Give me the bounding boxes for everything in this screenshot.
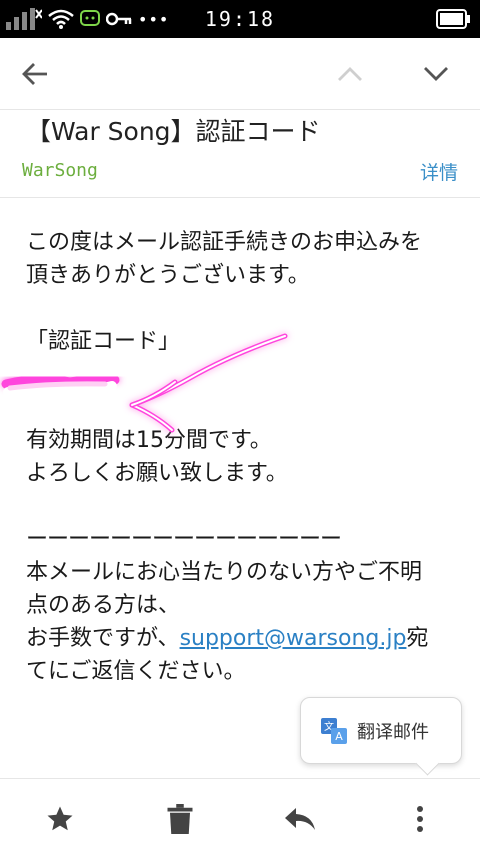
code-heading: 「認証コード」: [26, 329, 181, 354]
body-line: てにご返信ください。: [26, 659, 246, 684]
validity-text: 有効期間は15分間です。: [26, 428, 272, 453]
notice-suffix: 宛: [406, 626, 429, 651]
notice-prefix: お手数ですが、: [26, 626, 180, 651]
body-line: お手数ですが、support@warsong.jp宛: [26, 622, 466, 655]
chevron-down-icon: [424, 67, 448, 81]
header-divider: [0, 197, 480, 198]
svg-text:A: A: [335, 730, 343, 743]
email-toolbar: [0, 38, 480, 110]
regards-text: よろしくお願い致します。: [26, 461, 288, 486]
reply-button[interactable]: [280, 799, 320, 839]
translate-label: 翻译邮件: [357, 721, 429, 743]
body-line: 点のある方は、: [26, 593, 181, 618]
chevron-up-icon: [338, 67, 362, 81]
translate-icon: 文 A: [321, 717, 347, 744]
reply-icon: [285, 808, 315, 830]
delete-button[interactable]: [160, 799, 200, 839]
status-time: 19:18: [204, 7, 276, 31]
sender-name[interactable]: WarSong: [22, 160, 98, 181]
details-link[interactable]: 详情: [420, 158, 458, 185]
body-line: 本メールにお心当たりのない方やご不明: [26, 560, 423, 585]
more-vertical-icon: [417, 806, 423, 832]
translate-email-popup[interactable]: 文 A 翻译邮件: [300, 697, 462, 764]
redacted-code: [26, 358, 146, 391]
email-body: この度はメール認証手続きのお申込みを 頂きありがとうございます。 「認証コード」…: [26, 226, 466, 688]
star-button[interactable]: [40, 799, 80, 839]
back-arrow-icon: [22, 63, 47, 85]
trash-icon: [167, 804, 193, 834]
separator-line: ーーーーーーーーーーーーーーー: [26, 527, 342, 552]
body-line: この度はメール認証手続きのお申込みを: [26, 230, 423, 255]
previous-email-button[interactable]: [332, 56, 368, 92]
email-subject: 【War Song】認証コード: [26, 117, 321, 146]
more-options-button[interactable]: [400, 799, 440, 839]
support-email-link[interactable]: support@warsong.jp: [180, 626, 407, 651]
body-line: 頂きありがとうございます。: [26, 263, 310, 288]
bottom-action-bar: [0, 778, 480, 854]
status-bar: ••• 19:18: [0, 0, 480, 38]
star-icon: [47, 806, 73, 831]
battery-icon: [436, 9, 470, 29]
back-button[interactable]: [17, 56, 53, 92]
next-email-button[interactable]: [418, 56, 454, 92]
